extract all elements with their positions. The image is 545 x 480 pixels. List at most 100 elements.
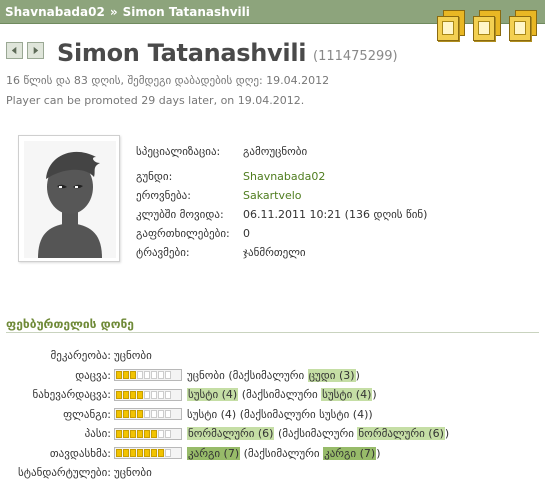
skill-bar-segment-empty xyxy=(165,449,171,458)
skill-bar-segment-filled xyxy=(130,429,136,438)
skill-max-prefix: (მაქსიმალური xyxy=(243,446,320,460)
skill-row: ნახევარდაცვა: სუსტი (4) (მაქსიმალური სუს… xyxy=(6,385,449,405)
skill-bar-segment-empty xyxy=(165,371,171,380)
breadcrumb: Shavnabada02 » Simon Tatanashvili xyxy=(5,5,250,19)
skill-bar-segment-empty xyxy=(165,410,171,419)
skill-text: ნორმალური (6) (მაქსიმალური ნორმალური (6)… xyxy=(187,427,450,441)
skill-bar-segment-filled xyxy=(123,371,129,380)
skill-bar-segment-filled xyxy=(151,429,157,438)
skill-label: პასი: xyxy=(84,427,111,441)
keeper-value: უცნობი xyxy=(114,349,152,363)
skill-row-keeper: მეკარეობა: უცნობი xyxy=(6,346,449,366)
skill-row-standards: სტანდარტულები: უცნობი xyxy=(6,463,449,480)
player-id: (111475299) xyxy=(313,49,398,64)
skill-max-value: სუსტი (4) xyxy=(321,388,373,402)
player-age-info: 16 წლის და 83 დღის, შემდეგი დაბადების დღ… xyxy=(6,74,330,87)
skill-max-value: კარგი (7) xyxy=(323,446,377,460)
team-label: გუნდი: xyxy=(136,170,173,183)
skill-current: უცნობი xyxy=(187,368,225,382)
breadcrumb-team-link[interactable]: Shavnabada02 xyxy=(5,5,105,19)
detail-row-team: გუნდი: Shavnabada02 xyxy=(136,167,427,186)
skill-current: სუსტი (4) xyxy=(187,388,239,402)
joined-value: 06.11.2011 10:21 (136 დღის წინ) xyxy=(243,208,428,221)
skill-bar-segment-empty xyxy=(165,390,171,399)
specialty-value: გამოუცნობი xyxy=(243,145,308,158)
skill-row: დაცვა: უცნობი (მაქსიმალური ცუდი (3)) xyxy=(6,366,449,386)
team-link[interactable]: Shavnabada02 xyxy=(243,170,325,183)
breadcrumb-separator: » xyxy=(109,5,118,19)
skill-bar-segment-filled xyxy=(130,449,136,458)
skill-bar-segment-filled xyxy=(116,410,122,419)
nationality-link[interactable]: Sakartvelo xyxy=(243,189,302,202)
skill-max-value: სუსტი (4) xyxy=(319,407,369,421)
skill-current: ნორმალური (6) xyxy=(187,427,275,441)
skill-bar-segment-empty xyxy=(144,390,150,399)
skill-bar-segment-empty xyxy=(144,410,150,419)
joined-label: კლუბში მოვიდა: xyxy=(136,208,224,221)
skill-max-suffix: ) xyxy=(444,427,450,441)
skill-max-prefix: (მაქსიმალური xyxy=(228,368,305,382)
skill-bar-segment-filled xyxy=(144,449,150,458)
detail-row-specialty: სპეციალიზაცია: გამოუცნობი xyxy=(136,142,427,161)
skill-label: დაცვა: xyxy=(75,368,111,382)
skill-bar-segment-filled xyxy=(158,449,164,458)
exchange-document-icon[interactable] xyxy=(509,10,539,42)
standards-label: სტანდარტულები: xyxy=(18,466,111,480)
skill-current: კარგი (7) xyxy=(187,446,241,460)
skill-bar-segment-empty xyxy=(158,429,164,438)
skills-section-title: ფეხბურთელის დონე xyxy=(6,317,134,331)
skill-bar-segment-empty xyxy=(151,371,157,380)
skill-level-bar xyxy=(114,408,182,421)
skill-max-suffix: ) xyxy=(372,388,377,402)
skill-max-suffix: ) xyxy=(376,446,381,460)
skill-bar-segment-filled xyxy=(116,449,122,458)
skill-row: თავდასხმა: კარგი (7) (მაქსიმალური კარგი … xyxy=(6,444,449,464)
skill-max-value: ნორმალური (6) xyxy=(357,427,445,441)
skill-bar-segment-empty xyxy=(165,429,171,438)
document-stack-icon[interactable] xyxy=(437,10,467,42)
detail-row-joined: კლუბში მოვიდა: 06.11.2011 10:21 (136 დღი… xyxy=(136,205,427,224)
skill-level-bar xyxy=(114,427,182,440)
detail-row-nationality: ეროვნება: Sakartvelo xyxy=(136,186,427,205)
skill-bar-segment-filled xyxy=(130,390,136,399)
previous-player-button[interactable] xyxy=(6,42,23,59)
skills-table: მეკარეობა: უცნობი დაცვა: უცნობი (მაქსიმა… xyxy=(6,346,449,480)
skill-label: ფლანგი: xyxy=(63,407,111,421)
injuries-label: ტრავმები: xyxy=(136,246,190,259)
player-avatar xyxy=(18,135,120,262)
keeper-label: მეკარეობა: xyxy=(50,349,111,363)
transfer-document-icon[interactable] xyxy=(473,10,503,42)
skill-max-suffix: ) xyxy=(368,407,373,421)
skill-bar-segment-empty xyxy=(151,390,157,399)
skill-max-value: ცუდი (3) xyxy=(307,368,356,382)
player-nav xyxy=(6,42,44,59)
skill-level-bar xyxy=(114,447,182,460)
skill-max-prefix: (მაქსიმალური xyxy=(241,388,318,402)
detail-row-warnings: გაფრთხილებები: 0 xyxy=(136,224,427,243)
warnings-label: გაფრთხილებები: xyxy=(136,227,230,240)
skill-bar-segment-filled xyxy=(137,410,143,419)
skill-bar-segment-filled xyxy=(137,449,143,458)
skill-bar-segment-filled xyxy=(130,371,136,380)
detail-row-injuries: ტრავმები: ჯანმრთელი xyxy=(136,243,427,262)
next-player-button[interactable] xyxy=(27,42,44,59)
skill-bar-segment-filled xyxy=(137,390,143,399)
player-name: Simon Tatanashvili xyxy=(57,39,307,67)
skill-bar-segment-empty xyxy=(158,371,164,380)
skill-bar-segment-empty xyxy=(158,390,164,399)
skill-row: პასი: ნორმალური (6) (მაქსიმალური ნორმალუ… xyxy=(6,424,449,444)
skill-bar-segment-filled xyxy=(116,371,122,380)
arrow-right-icon xyxy=(33,46,39,55)
standards-value: უცნობი xyxy=(114,466,152,480)
skill-row: ფლანგი: სუსტი (4) (მაქსიმალური სუსტი (4)… xyxy=(6,405,449,425)
injuries-value: ჯანმრთელი xyxy=(243,246,306,259)
breadcrumb-player-link[interactable]: Simon Tatanashvili xyxy=(123,5,250,19)
arrow-left-icon xyxy=(11,46,17,55)
skill-label: თავდასხმა: xyxy=(49,446,111,460)
skill-bar-segment-filled xyxy=(123,410,129,419)
skill-bar-segment-filled xyxy=(130,410,136,419)
warnings-value: 0 xyxy=(243,227,250,240)
nationality-label: ეროვნება: xyxy=(136,189,191,202)
skill-bar-segment-empty xyxy=(144,371,150,380)
skill-max-prefix: (მაქსიმალური xyxy=(277,427,354,441)
